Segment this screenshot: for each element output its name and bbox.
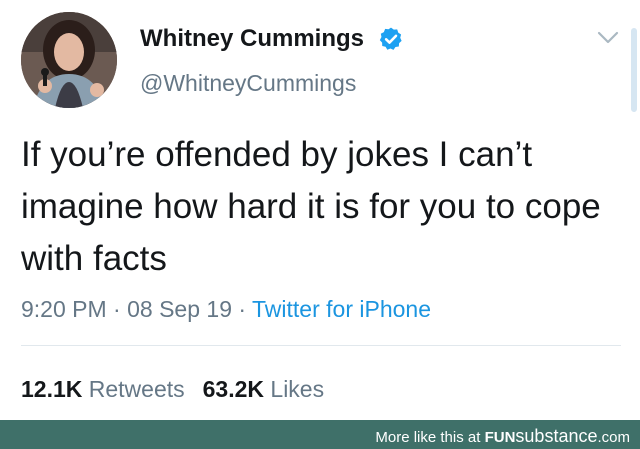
watermark-bar: More like this at FUNsubstance.com bbox=[0, 420, 640, 449]
likes-count: 63.2K bbox=[202, 376, 265, 402]
retweets-count: 12.1K bbox=[21, 376, 83, 402]
verified-badge-icon bbox=[379, 27, 402, 50]
watermark-text: More like this at FUNsubstance.com bbox=[375, 426, 630, 447]
tweet-date: 08 Sep 19 bbox=[127, 296, 232, 322]
display-name[interactable]: Whitney Cummings bbox=[140, 25, 364, 53]
scrollbar[interactable] bbox=[631, 28, 637, 112]
watermark-suffix: .com bbox=[597, 429, 630, 446]
likes-label: Likes bbox=[270, 376, 325, 402]
tweet-source-link[interactable]: Twitter for iPhone bbox=[252, 296, 431, 322]
avatar[interactable] bbox=[21, 12, 117, 108]
meta-separator: · bbox=[238, 296, 247, 322]
watermark-brand-a: FUN bbox=[484, 429, 516, 446]
tweet-time: 9:20 PM bbox=[21, 296, 107, 322]
tweet-card: Whitney Cummings @WhitneyCummings If you… bbox=[0, 0, 640, 420]
watermark-brand-b: substance bbox=[515, 426, 598, 446]
watermark-prefix: More like this at bbox=[375, 429, 485, 446]
tweet-stats: 12.1K Retweets 63.2K Likes bbox=[21, 376, 324, 403]
divider bbox=[21, 345, 621, 346]
meta-separator: · bbox=[113, 296, 121, 322]
likes-stat[interactable]: 63.2K Likes bbox=[203, 376, 324, 402]
chevron-down-icon[interactable] bbox=[597, 31, 619, 45]
tweet-text: If you’re offended by jokes I can’t imag… bbox=[21, 135, 601, 278]
tweet-meta: 9:20 PM · 08 Sep 19 · Twitter for iPhone bbox=[21, 296, 431, 323]
handle[interactable]: @WhitneyCummings bbox=[140, 70, 356, 97]
retweets-stat[interactable]: 12.1K Retweets bbox=[21, 376, 185, 402]
retweets-label: Retweets bbox=[88, 376, 185, 402]
